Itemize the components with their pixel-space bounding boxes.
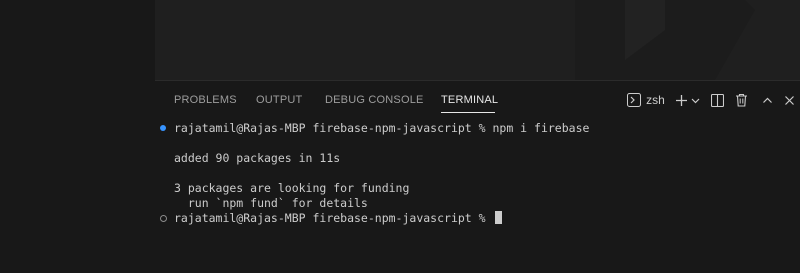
command-pending-indicator[interactable] [160,215,167,222]
maximize-panel-button[interactable] [759,90,775,110]
editor-area [155,0,800,80]
terminal-cursor [494,211,502,224]
terminal-line: run `npm fund` for details [174,196,368,210]
terminal-dropdown-button[interactable] [689,90,701,110]
shell-name: zsh [646,93,665,107]
terminal-prompt-line[interactable]: rajatamil@Rajas-MBP firebase-npm-javascr… [174,211,502,226]
terminal-prompt: rajatamil@Rajas-MBP firebase-npm-javascr… [174,211,493,225]
tab-output[interactable]: OUTPUT [256,94,302,106]
tab-problems[interactable]: PROBLEMS [174,94,237,106]
chevron-down-icon [691,98,699,103]
terminal-line: added 90 packages in 11s [174,151,341,165]
chevron-up-icon [762,97,772,103]
command-success-indicator[interactable] [160,125,166,131]
kill-terminal-button[interactable] [733,90,749,110]
panel-actions: zsh [625,90,800,110]
trash-icon [735,93,747,107]
tab-terminal[interactable]: TERMINAL [441,94,498,106]
close-icon [784,95,794,105]
vscode-logo-watermark [575,0,755,80]
terminal-panel: PROBLEMS OUTPUT DEBUG CONSOLE TERMINAL z… [155,80,800,273]
terminal-shell-selector[interactable]: zsh [625,90,667,110]
split-terminal-button[interactable] [709,90,725,110]
plus-icon [675,94,687,106]
split-terminal-icon [710,93,724,107]
terminal-line: 3 packages are looking for funding [174,181,410,195]
new-terminal-button[interactable] [673,90,689,110]
terminal-line: rajatamil@Rajas-MBP firebase-npm-javascr… [174,121,590,135]
close-panel-button[interactable] [781,90,797,110]
sidebar [0,0,155,272]
terminal-output[interactable]: rajatamil@Rajas-MBP firebase-npm-javascr… [155,121,800,273]
active-tab-indicator [441,112,495,113]
tab-debug-console[interactable]: DEBUG CONSOLE [325,94,424,106]
terminal-icon [627,93,642,107]
